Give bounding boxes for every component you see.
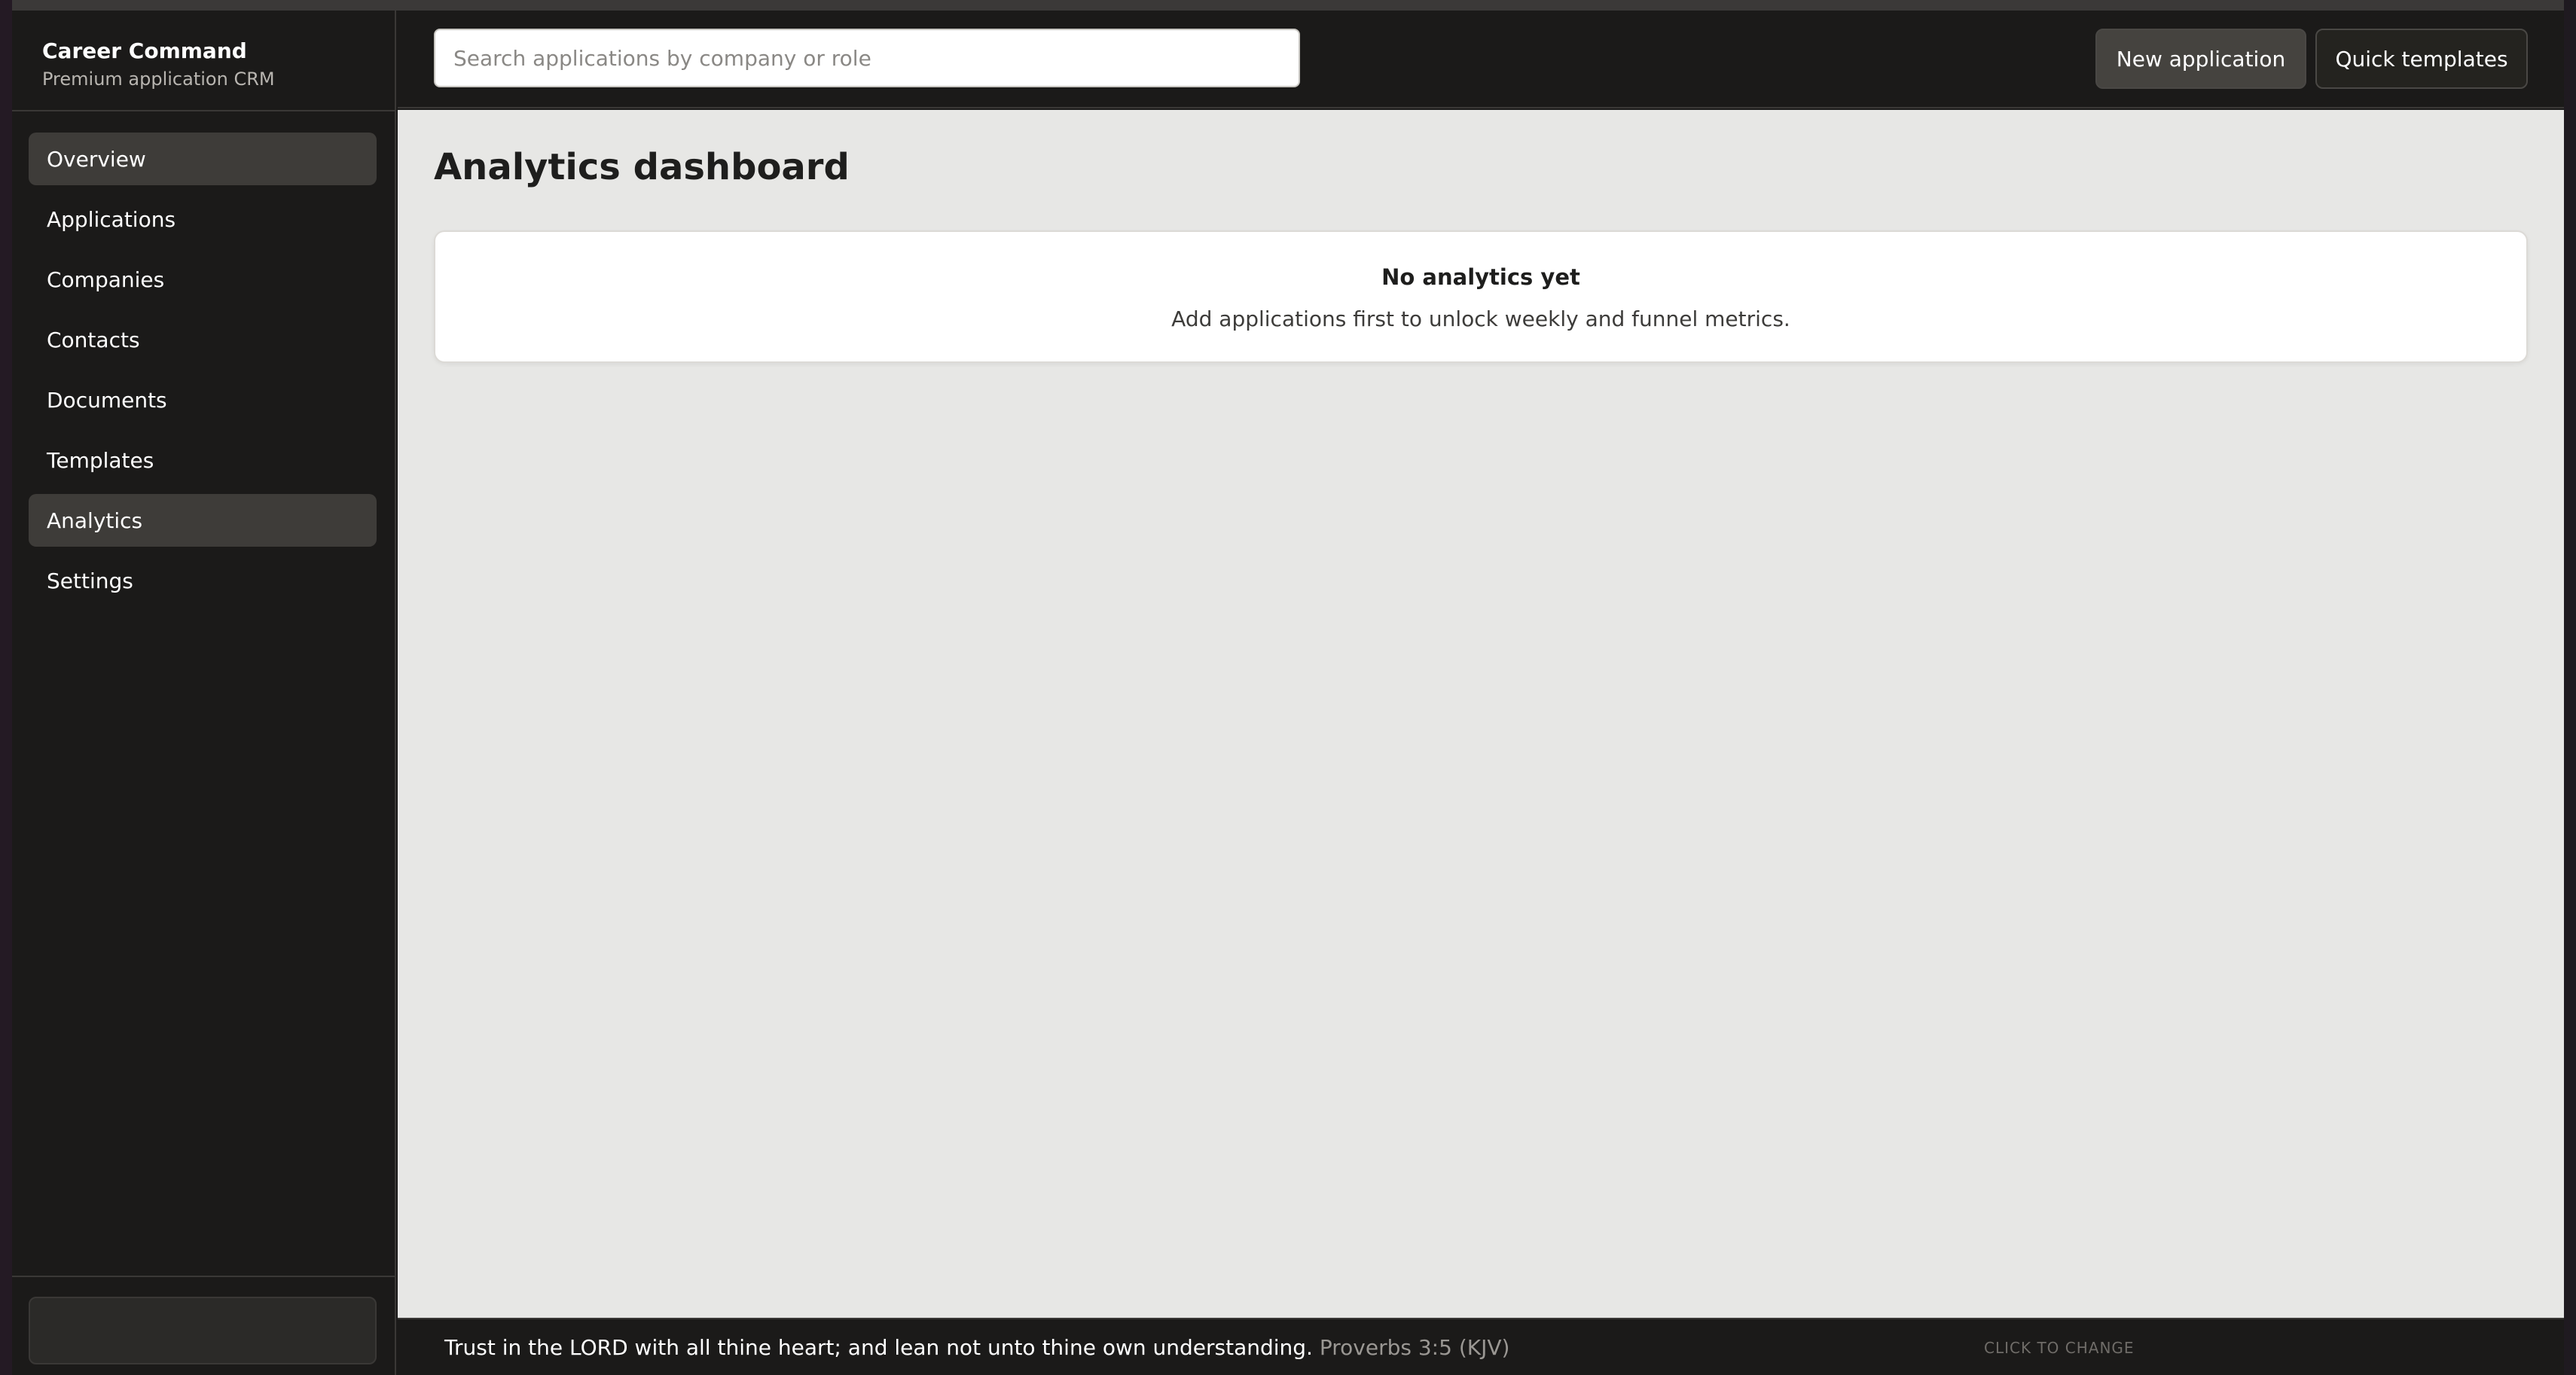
window-right-edge [2564, 0, 2576, 1375]
sidebar-item-analytics[interactable]: Analytics [29, 494, 377, 547]
sidebar-divider [12, 110, 396, 111]
app-window: Career Command Premium application CRM O… [0, 0, 2576, 1375]
sidebar-item-contacts[interactable]: Contacts [29, 313, 377, 366]
verse-text: Trust in the LORD with all thine heart; … [444, 1333, 1509, 1363]
sidebar-item-label: Settings [47, 568, 133, 593]
verse-quote: Trust in the LORD with all thine heart; … [444, 1335, 1313, 1360]
sidebar-item-label: Documents [47, 387, 167, 413]
top-toolbar: New application Quick templates [398, 11, 2564, 108]
main-content: Analytics dashboard No analytics yet Add… [398, 110, 2564, 1318]
brand: Career Command Premium application CRM [42, 36, 275, 92]
sidebar-bottom-divider [12, 1276, 396, 1277]
window-left-edge [0, 0, 12, 1375]
empty-state-text: Add applications first to unlock weekly … [1171, 306, 1790, 331]
sidebar-nav: Overview Applications Companies Contacts… [29, 133, 377, 614]
sidebar-item-label: Companies [47, 267, 165, 292]
sidebar-item-companies[interactable]: Companies [29, 253, 377, 306]
quick-templates-button[interactable]: Quick templates [2315, 29, 2528, 89]
sidebar-item-label: Contacts [47, 327, 140, 352]
sidebar-item-label: Overview [47, 146, 146, 172]
sidebar-item-templates[interactable]: Templates [29, 434, 377, 486]
empty-state-card: No analytics yet Add applications first … [434, 230, 2528, 363]
verse-footer: Trust in the LORD with all thine heart; … [398, 1318, 2564, 1375]
sidebar-item-label: Templates [47, 447, 154, 473]
window-top-bar [0, 0, 2576, 11]
brand-subtitle: Premium application CRM [42, 69, 275, 90]
sidebar-item-label: Analytics [47, 508, 143, 533]
sidebar-bottom-card[interactable] [29, 1297, 377, 1364]
empty-state-title: No analytics yet [1381, 264, 1580, 290]
sidebar-item-settings[interactable]: Settings [29, 554, 377, 607]
sidebar-item-documents[interactable]: Documents [29, 373, 377, 426]
change-verse-button[interactable]: CLICK TO CHANGE [1984, 1339, 2135, 1357]
page-title: Analytics dashboard [434, 146, 850, 188]
search-input[interactable] [434, 29, 1300, 87]
sidebar-item-applications[interactable]: Applications [29, 193, 377, 245]
brand-title: Career Command [42, 38, 247, 63]
sidebar-item-label: Applications [47, 206, 176, 232]
verse-reference: Proverbs 3:5 (KJV) [1319, 1335, 1510, 1360]
sidebar: Career Command Premium application CRM O… [12, 11, 396, 1375]
new-application-button[interactable]: New application [2095, 29, 2306, 89]
sidebar-item-overview[interactable]: Overview [29, 133, 377, 185]
